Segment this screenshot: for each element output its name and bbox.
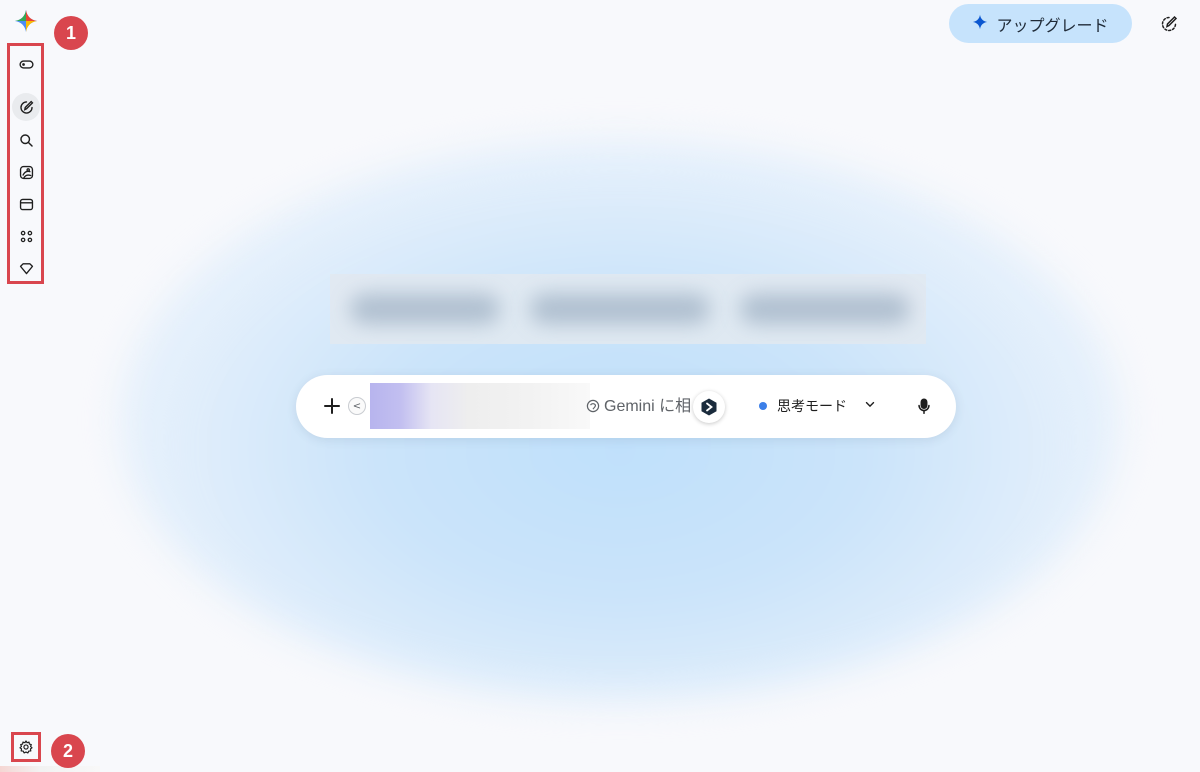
- mode-selector[interactable]: 思考モード: [759, 393, 877, 419]
- blurred-greeting: [330, 274, 926, 344]
- edit-chat-icon[interactable]: [1156, 11, 1182, 37]
- prompt-input-bar[interactable]: < Gemini に相 思考モード: [296, 375, 956, 438]
- gemini-logo-icon[interactable]: [14, 9, 38, 33]
- blurred-attachment: [370, 383, 590, 429]
- upgrade-label: アップグレード: [996, 15, 1109, 35]
- image-icon[interactable]: [12, 158, 40, 186]
- edit-icon[interactable]: [12, 93, 40, 121]
- bottom-strip: [0, 766, 100, 772]
- diamond-icon[interactable]: [12, 254, 40, 282]
- mic-icon[interactable]: [912, 394, 936, 418]
- apps-icon[interactable]: [12, 222, 40, 250]
- plus-icon[interactable]: [320, 394, 344, 418]
- chevron-left-icon[interactable]: <: [348, 397, 366, 415]
- upgrade-button[interactable]: アップグレード: [949, 4, 1132, 43]
- annotation-badge-1: 1: [54, 16, 88, 50]
- chevron-down-icon: [855, 397, 877, 415]
- mode-label: 思考モード: [777, 399, 847, 415]
- annotation-badge-2: 2: [51, 734, 85, 768]
- toggle-icon[interactable]: [12, 50, 40, 78]
- extension-icon[interactable]: [693, 391, 725, 423]
- sidebar: [0, 0, 100, 772]
- sparkle-icon: [972, 14, 988, 34]
- app-page: 1 2 アップグレード < Gemini に相 思考モード: [0, 0, 1200, 772]
- search-icon[interactable]: [12, 126, 40, 154]
- gear-icon[interactable]: [11, 732, 41, 762]
- prompt-icon: [585, 398, 601, 414]
- mode-dot: [759, 402, 767, 410]
- prompt-placeholder[interactable]: Gemini に相: [604, 395, 696, 419]
- canvas-icon[interactable]: [12, 190, 40, 218]
